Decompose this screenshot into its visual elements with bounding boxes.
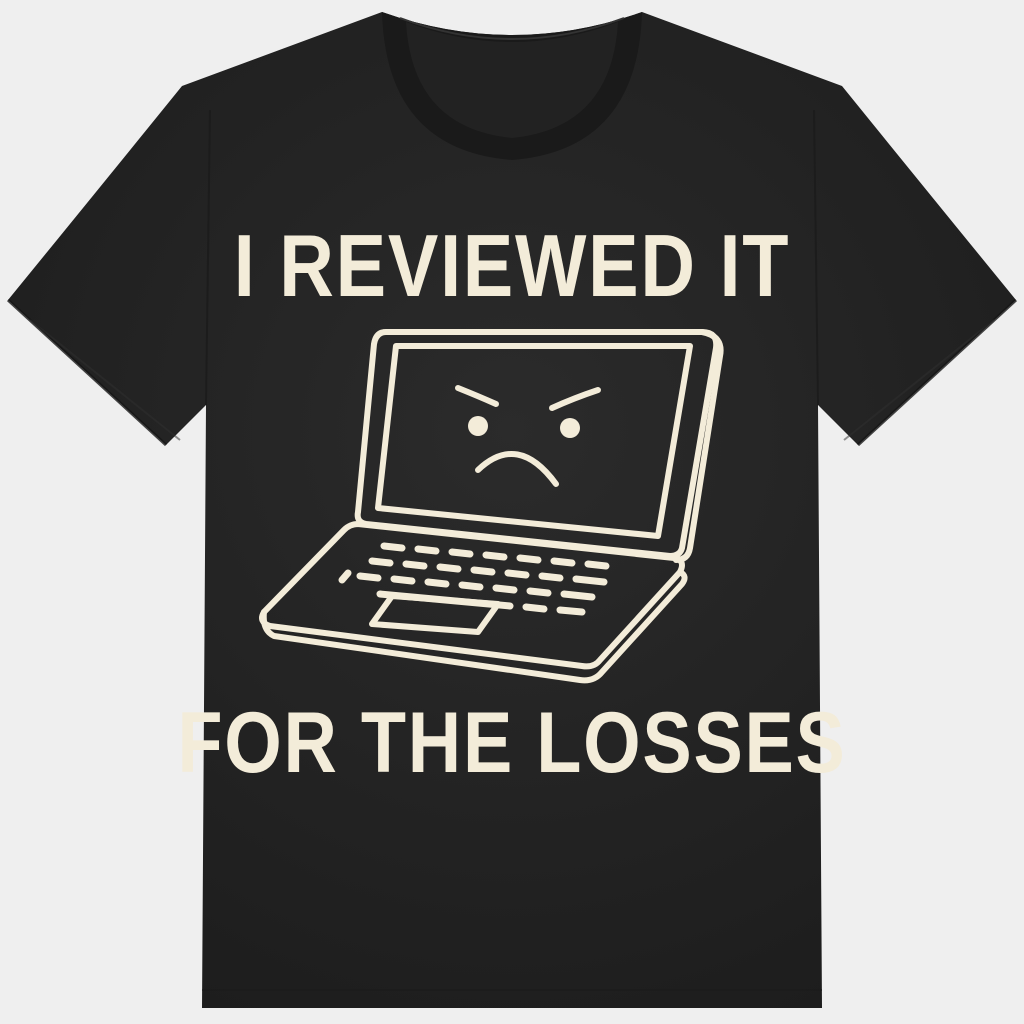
eye-left — [468, 416, 488, 436]
product-mockup: I REVIEWED IT FOR THE LOSSES — [0, 0, 1024, 1024]
eye-right — [560, 418, 580, 438]
t-shirt-body — [8, 12, 1016, 1008]
print-headline-top: I REVIEWED IT — [233, 216, 791, 315]
t-shirt-mockup — [6, 12, 1018, 1008]
print-headline-bottom: FOR THE LOSSES — [177, 695, 847, 791]
